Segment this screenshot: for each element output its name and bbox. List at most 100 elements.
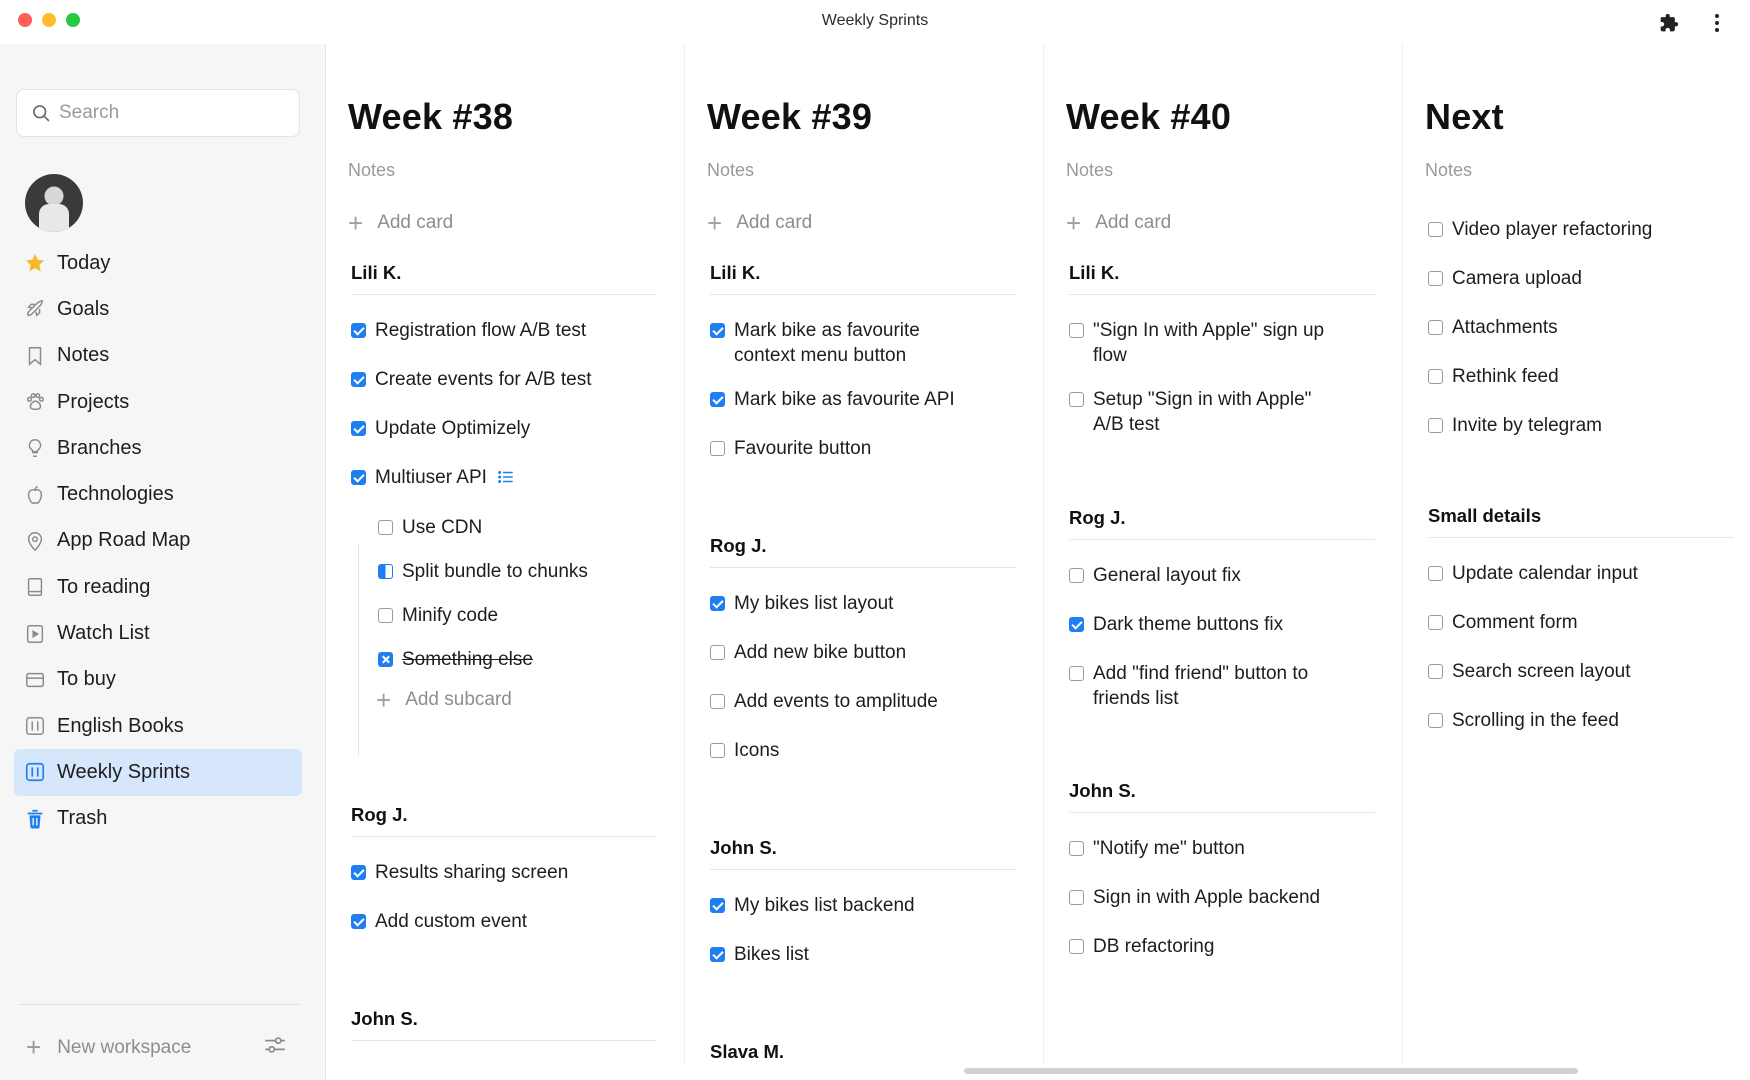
- new-workspace-button[interactable]: + New workspace: [26, 1032, 191, 1063]
- task-label[interactable]: Registration flow A/B test: [375, 318, 586, 343]
- task-label[interactable]: Camera upload: [1452, 266, 1582, 291]
- task-checkbox[interactable]: [1428, 369, 1443, 384]
- task-label[interactable]: Comment form: [1452, 610, 1578, 635]
- task-checkbox[interactable]: [351, 323, 366, 338]
- task-checkbox[interactable]: [1069, 323, 1084, 338]
- task-label[interactable]: Mark bike as favourite context menu butt…: [734, 318, 950, 368]
- task-checkbox[interactable]: [351, 372, 366, 387]
- sidebar-item-app-road-map[interactable]: App Road Map: [14, 518, 302, 564]
- task-label[interactable]: Multiuser API: [375, 465, 487, 490]
- task-label[interactable]: Invite by telegram: [1452, 413, 1602, 438]
- task-checkbox[interactable]: [1069, 617, 1084, 632]
- workspace-settings-button[interactable]: [262, 1032, 288, 1058]
- subtask-label[interactable]: Minify code: [402, 603, 498, 628]
- task-checkbox[interactable]: [710, 898, 725, 913]
- subtask-label[interactable]: Split bundle to chunks: [402, 559, 588, 584]
- column-notes[interactable]: Notes: [1425, 160, 1472, 181]
- task-label[interactable]: Icons: [734, 738, 779, 763]
- task-label[interactable]: Sign in with Apple backend: [1093, 885, 1320, 910]
- task-label[interactable]: Add new bike button: [734, 640, 906, 665]
- task-label[interactable]: Favourite button: [734, 436, 871, 461]
- horizontal-scrollbar[interactable]: [964, 1068, 1578, 1074]
- task-label[interactable]: Update calendar input: [1452, 561, 1638, 586]
- search-box[interactable]: [16, 89, 300, 137]
- task-label[interactable]: Update Optimizely: [375, 416, 530, 441]
- task-checkbox[interactable]: [1069, 568, 1084, 583]
- subtask-checkbox[interactable]: [378, 564, 393, 579]
- task-label[interactable]: Dark theme buttons fix: [1093, 612, 1283, 637]
- column-notes[interactable]: Notes: [348, 160, 395, 181]
- task-label[interactable]: Add events to amplitude: [734, 689, 938, 714]
- subtask-label[interactable]: Use CDN: [402, 515, 482, 540]
- task-label[interactable]: Add custom event: [375, 909, 527, 934]
- task-checkbox[interactable]: [1069, 392, 1084, 407]
- task-checkbox[interactable]: [1069, 939, 1084, 954]
- task-label[interactable]: My bikes list backend: [734, 893, 915, 918]
- task-checkbox[interactable]: [1069, 890, 1084, 905]
- task-checkbox[interactable]: [1428, 615, 1443, 630]
- task-label[interactable]: "Notify me" button: [1093, 836, 1245, 861]
- sidebar-item-watch-list[interactable]: Watch List: [14, 610, 302, 656]
- add-subcard-button[interactable]: + Add subcard: [376, 687, 512, 713]
- task-label[interactable]: Search screen layout: [1452, 659, 1631, 684]
- task-label[interactable]: My bikes list layout: [734, 591, 893, 616]
- more-options-button[interactable]: [1702, 8, 1732, 38]
- task-checkbox[interactable]: [710, 392, 725, 407]
- task-checkbox[interactable]: [710, 645, 725, 660]
- sidebar-item-notes[interactable]: Notes: [14, 333, 302, 379]
- task-checkbox[interactable]: [1428, 418, 1443, 433]
- task-label[interactable]: Results sharing screen: [375, 860, 568, 885]
- add-card-button[interactable]: + Add card: [348, 210, 453, 236]
- task-label[interactable]: Bikes list: [734, 942, 809, 967]
- avatar[interactable]: [25, 174, 83, 232]
- subtask-checkbox[interactable]: [378, 608, 393, 623]
- task-label[interactable]: Create events for A/B test: [375, 367, 592, 392]
- sidebar-item-today[interactable]: Today: [14, 240, 302, 286]
- task-checkbox[interactable]: [351, 470, 366, 485]
- task-label[interactable]: Setup "Sign in with Apple" A/B test: [1093, 387, 1319, 437]
- task-checkbox[interactable]: [1069, 666, 1084, 681]
- task-checkbox[interactable]: [1428, 664, 1443, 679]
- sidebar-item-to-buy[interactable]: To buy: [14, 657, 302, 703]
- sidebar-item-technologies[interactable]: Technologies: [14, 471, 302, 517]
- subtask-label[interactable]: Something else: [402, 647, 533, 672]
- task-label[interactable]: "Sign In with Apple" sign up flow: [1093, 318, 1339, 368]
- task-checkbox[interactable]: [351, 865, 366, 880]
- task-label[interactable]: Rethink feed: [1452, 364, 1559, 389]
- column-notes[interactable]: Notes: [1066, 160, 1113, 181]
- task-checkbox[interactable]: [710, 596, 725, 611]
- sidebar-item-trash[interactable]: Trash: [14, 796, 302, 842]
- task-label[interactable]: Video player refactoring: [1452, 217, 1652, 242]
- task-label[interactable]: Add "find friend" button to friends list: [1093, 661, 1339, 711]
- column-notes[interactable]: Notes: [707, 160, 754, 181]
- sidebar-item-to-reading[interactable]: To reading: [14, 564, 302, 610]
- sidebar-item-english-books[interactable]: English Books: [14, 703, 302, 749]
- task-checkbox[interactable]: [1428, 713, 1443, 728]
- task-checkbox[interactable]: [710, 947, 725, 962]
- subtask-checkbox[interactable]: [378, 520, 393, 535]
- task-label[interactable]: DB refactoring: [1093, 934, 1214, 959]
- sidebar-item-projects[interactable]: Projects: [14, 379, 302, 425]
- task-checkbox[interactable]: [351, 914, 366, 929]
- task-checkbox[interactable]: [710, 694, 725, 709]
- task-label[interactable]: General layout fix: [1093, 563, 1241, 588]
- task-label[interactable]: Attachments: [1452, 315, 1558, 340]
- task-label[interactable]: Mark bike as favourite API: [734, 387, 955, 412]
- extensions-button[interactable]: [1654, 8, 1684, 38]
- task-checkbox[interactable]: [1428, 271, 1443, 286]
- task-checkbox[interactable]: [1428, 566, 1443, 581]
- sidebar-item-branches[interactable]: Branches: [14, 425, 302, 471]
- subtask-checkbox[interactable]: [378, 652, 393, 667]
- sidebar-item-goals[interactable]: Goals: [14, 286, 302, 332]
- task-checkbox[interactable]: [351, 421, 366, 436]
- sidebar-item-weekly-sprints[interactable]: Weekly Sprints: [14, 749, 302, 796]
- add-card-button[interactable]: + Add card: [707, 210, 812, 236]
- subtasks-list-icon[interactable]: [497, 468, 515, 486]
- add-card-button[interactable]: + Add card: [1066, 210, 1171, 236]
- task-checkbox[interactable]: [1428, 222, 1443, 237]
- task-label[interactable]: Scrolling in the feed: [1452, 708, 1619, 733]
- task-checkbox[interactable]: [710, 441, 725, 456]
- task-checkbox[interactable]: [710, 743, 725, 758]
- search-input[interactable]: [59, 102, 279, 124]
- task-checkbox[interactable]: [1428, 320, 1443, 335]
